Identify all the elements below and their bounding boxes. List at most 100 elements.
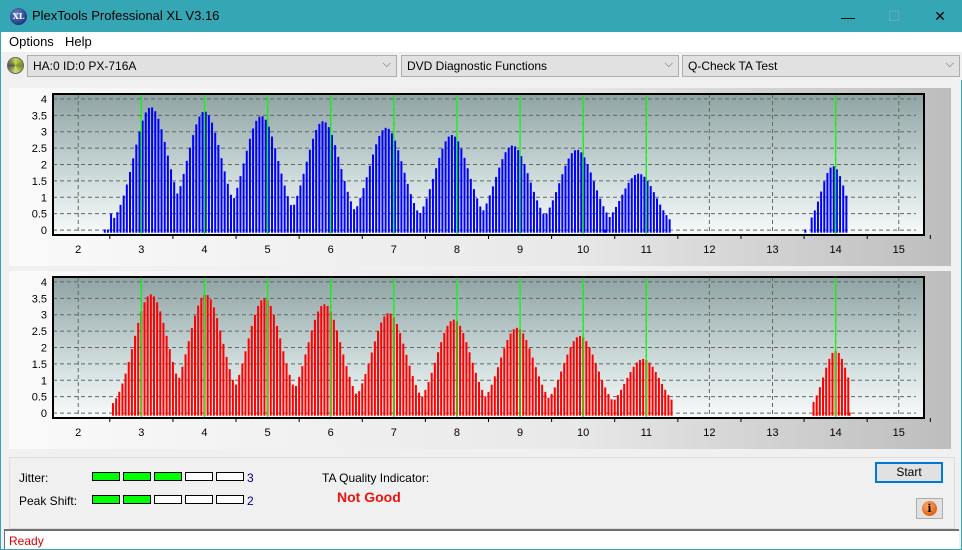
histogram-bar [367,363,370,416]
histogram-bar [276,325,279,416]
histogram-bar [129,171,132,233]
test-select[interactable]: Q-Check TA Test ⌵ [682,55,960,77]
function-select[interactable]: DVD Diagnostic Functions ⌵ [401,55,679,77]
histogram-bar [291,384,294,416]
x-tick-label: 6 [328,427,334,439]
histogram-bar [616,412,619,416]
histogram-bar [620,389,623,416]
histogram-bar [428,189,431,233]
histogram-bar [348,376,351,416]
histogram-bar [294,386,297,416]
info-button[interactable]: i [916,498,943,519]
histogram-bar [384,127,387,233]
histogram-bar [437,352,440,416]
histogram-bar [349,201,352,233]
histogram-bar [848,412,851,416]
histogram-bar [635,362,638,416]
jitter-meter-segment [123,472,151,481]
window-title: PlexTools Professional XL V3.16 [32,8,220,23]
histogram-bar [563,362,566,416]
x-tick-label: 8 [454,244,460,256]
histogram-bar [596,190,599,233]
x-tick-label: 2 [75,244,81,256]
histogram-bar [223,171,226,233]
histogram-bar [466,168,469,233]
drive-disc-icon [7,57,24,74]
jitter-meter [92,472,244,481]
histogram-bar [569,347,572,416]
histogram-bar [654,371,657,416]
histogram-bar [550,393,553,416]
x-tick-label: 11 [641,244,652,256]
histogram-bar [277,160,280,233]
histogram-bar [829,167,832,233]
histogram-bar [279,338,282,416]
histogram-bar [106,229,109,233]
close-button[interactable]: ✕ [917,1,962,32]
histogram-bar [500,357,503,416]
minimize-button[interactable]: — [825,1,871,32]
start-button[interactable]: Start [875,462,943,483]
histogram-bar [226,183,229,233]
histogram-bar [670,399,673,416]
drive-select[interactable]: HA:0 ID:0 PX-716A ⌵ [27,55,397,77]
lower-chart-panel: 0 0.5 1 1.5 2 2.5 3 3.5 4 2 3 4 5 6 7 8 9 10 11 12 13 14 15 [9,271,951,449]
x-tick-label: 2 [75,427,81,439]
histogram-bar [122,195,125,233]
histogram-bar [310,330,313,416]
histogram-bar [422,206,425,233]
histogram-bar [532,191,535,233]
histogram-bar [471,362,474,416]
histogram-bar [608,216,611,233]
menu-help[interactable]: Help [65,34,92,49]
histogram-bar [553,387,556,416]
histogram-bar [242,163,245,233]
histogram-bar [383,316,386,416]
histogram-bar [345,366,348,416]
histogram-bar [263,298,266,416]
histogram-bar [390,133,393,233]
histogram-bar [253,314,256,416]
histogram-bar [201,112,204,233]
histogram-bar [214,132,217,233]
chevron-down-icon: ⌵ [664,58,673,70]
histogram-bar [601,379,604,416]
histogram-bar [406,183,409,233]
y-tick-label: 0 [41,408,47,420]
histogram-bar [591,354,594,416]
histogram-bar [478,381,481,416]
histogram-bar [618,200,621,233]
histogram-bar [308,149,311,233]
histogram-bar [580,152,583,233]
x-tick-label: 4 [201,427,207,439]
peak-shift-meter [92,495,244,504]
histogram-bar [321,121,324,233]
histogram-bar [176,193,179,233]
maximize-button[interactable]: ☐ [871,1,917,32]
histogram-bar [430,372,433,416]
histogram-bar [440,342,443,416]
histogram-bar [649,186,652,233]
histogram-bar [537,376,540,416]
histogram-bar [119,204,122,233]
histogram-bar [594,362,597,416]
histogram-bar [438,157,441,233]
x-tick-label: 6 [328,244,334,256]
histogram-bar [459,325,462,416]
jitter-label: Jitter: [19,471,49,485]
histogram-bar [558,183,561,233]
menu-options[interactable]: Options [9,34,54,49]
histogram-bar [626,377,629,416]
peak-shift-meter-segment [185,495,213,504]
histogram-bar [361,383,364,416]
histogram-bar [346,191,349,233]
x-tick-label: 10 [577,244,589,256]
histogram-bar [336,330,339,416]
ta-quality-value: Not Good [337,489,401,505]
histogram-bar [271,136,274,233]
histogram-bar [132,158,135,233]
histogram-bar [509,333,512,416]
histogram-bar [544,391,547,416]
histogram-bar [413,203,416,233]
histogram-bar [665,215,668,233]
